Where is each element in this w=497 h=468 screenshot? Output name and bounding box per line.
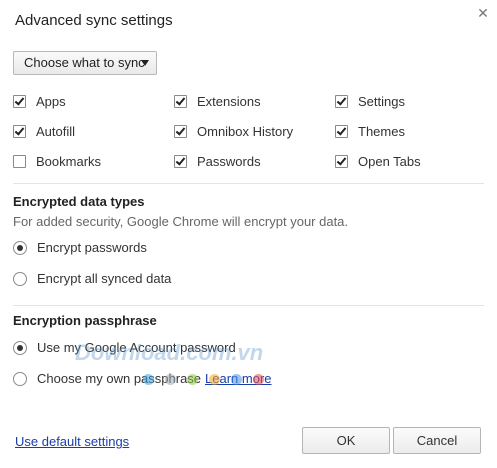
settings-checkbox[interactable] [335,95,348,108]
dropdown-label: Choose what to sync [24,55,145,70]
watermark-dot [231,374,242,385]
close-icon[interactable]: ✕ [476,6,490,20]
encrypt-all-option[interactable]: Encrypt all synced data [13,271,171,286]
sync-item-omnibox-history[interactable]: Omnibox History [174,124,293,139]
sync-item-apps[interactable]: Apps [13,94,66,109]
sync-item-themes[interactable]: Themes [335,124,405,139]
open-tabs-checkbox[interactable] [335,155,348,168]
encrypt-passwords-radio[interactable] [13,240,27,255]
watermark-dots [143,374,264,385]
choose-what-to-sync-dropdown[interactable]: Choose what to sync [13,51,157,75]
encryption-passphrase-heading: Encryption passphrase [13,313,157,328]
autofill-checkbox[interactable] [13,125,26,138]
themes-label: Themes [358,124,405,139]
watermark-dot [253,374,264,385]
apps-label: Apps [36,94,66,109]
watermark-dot [187,374,198,385]
encrypt-all-label: Encrypt all synced data [37,271,172,286]
passwords-label: Passwords [197,154,261,169]
caret-down-icon [141,60,149,66]
passwords-checkbox[interactable] [174,155,187,168]
sync-item-open-tabs[interactable]: Open Tabs [335,154,421,169]
ok-button[interactable]: OK [302,427,390,454]
omnibox-history-label: Omnibox History [197,124,294,139]
themes-checkbox[interactable] [335,125,348,138]
sync-item-settings[interactable]: Settings [335,94,405,109]
encrypt-passwords-label: Encrypt passwords [37,240,147,255]
watermark-dot [165,374,176,385]
own-passphrase-radio[interactable] [13,371,27,386]
open-tabs-label: Open Tabs [358,154,421,169]
sync-item-extensions[interactable]: Extensions [174,94,261,109]
divider [13,305,484,306]
omnibox-history-checkbox[interactable] [174,125,187,138]
sync-item-autofill[interactable]: Autofill [13,124,75,139]
watermark-dot [209,374,220,385]
extensions-checkbox[interactable] [174,95,187,108]
dialog-title: Advanced sync settings [15,12,173,29]
sync-item-bookmarks[interactable]: Bookmarks [13,154,101,169]
watermark-dot [143,374,154,385]
use-google-password-label: Use my Google Account password [37,340,236,355]
divider [13,183,484,184]
bookmarks-label: Bookmarks [36,154,102,169]
encrypted-description: For added security, Google Chrome will e… [13,214,349,229]
autofill-label: Autofill [36,124,76,139]
encrypted-data-types-heading: Encrypted data types [13,194,145,209]
bookmarks-checkbox[interactable] [13,155,26,168]
use-google-password-option[interactable]: Use my Google Account password [13,340,236,355]
apps-checkbox[interactable] [13,95,26,108]
sync-item-passwords[interactable]: Passwords [174,154,261,169]
use-default-settings-link[interactable]: Use default settings [15,434,129,449]
use-google-password-radio[interactable] [13,340,27,355]
encrypt-passwords-option[interactable]: Encrypt passwords [13,240,147,255]
extensions-label: Extensions [197,94,261,109]
cancel-button[interactable]: Cancel [393,427,481,454]
encrypt-all-radio[interactable] [13,271,27,286]
settings-label: Settings [358,94,405,109]
